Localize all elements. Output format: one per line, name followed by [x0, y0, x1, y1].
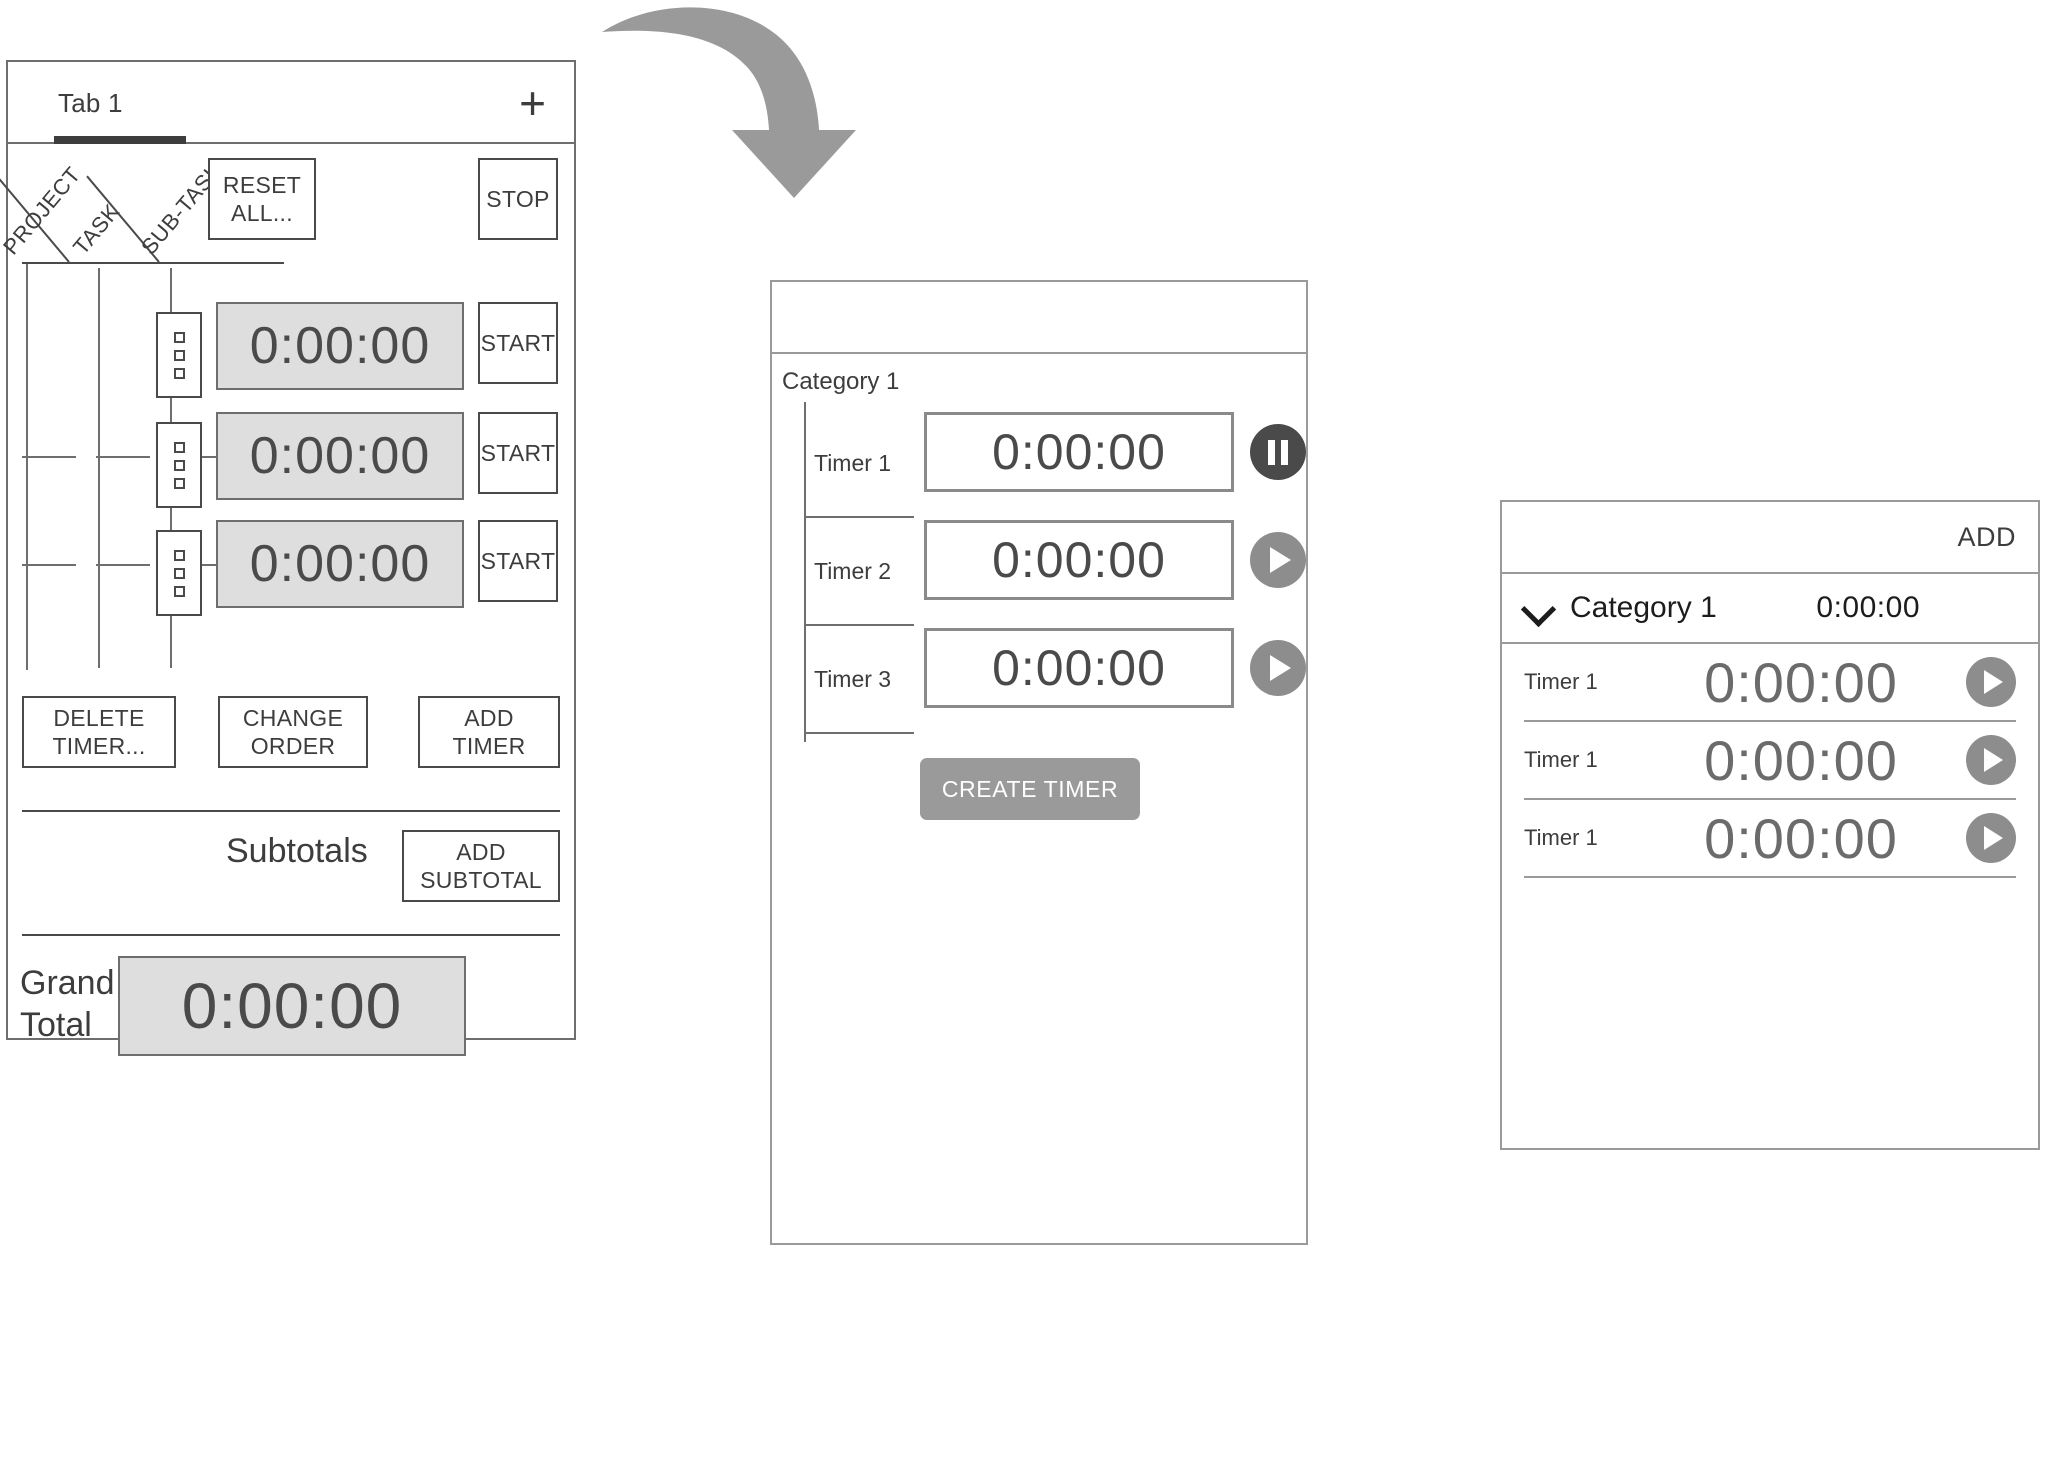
start-button[interactable]: START: [478, 412, 558, 494]
chevron-down-icon[interactable]: [1522, 591, 1556, 625]
play-icon: [1984, 670, 2003, 694]
grand-total-display: 0:00:00: [118, 956, 466, 1056]
column-header-task: TASK: [68, 198, 125, 260]
tree-branch-1: [804, 516, 914, 518]
drag-handle[interactable]: [156, 422, 202, 508]
timer-display: 0:00:00: [216, 302, 464, 390]
tab-1[interactable]: Tab 1: [58, 88, 123, 119]
add-button[interactable]: ADD: [1957, 522, 2016, 553]
row-separator-1a: [22, 456, 76, 458]
timer-display: 0:00:00: [924, 520, 1234, 600]
tree-branch-2: [804, 624, 914, 626]
grand-total-label-2: Total: [20, 1006, 92, 1044]
add-subtotal-label-2: SUBTOTAL: [420, 867, 542, 893]
delete-timer-button[interactable]: DELETE TIMER...: [22, 696, 176, 768]
stop-label: STOP: [486, 186, 550, 212]
reset-all-label-2: ALL...: [231, 200, 293, 226]
timer-display: 0:00:00: [924, 628, 1234, 708]
add-timer-button[interactable]: ADD TIMER: [418, 696, 560, 768]
category-label: Category 1: [782, 368, 900, 395]
pause-button[interactable]: [1250, 424, 1306, 480]
timer-row[interactable]: Timer 1 0:00:00: [1524, 800, 2016, 878]
play-button[interactable]: [1966, 735, 2016, 785]
pause-icon: [1268, 439, 1288, 465]
panel-category-timers: Category 1 Timer 1 0:00:00 Timer 2 0:00:…: [770, 280, 1308, 1245]
stop-button[interactable]: STOP: [478, 158, 558, 240]
play-button[interactable]: [1966, 813, 2016, 863]
grand-total-label: Grand Total: [20, 962, 115, 1046]
add-subtotal-label-1: ADD: [456, 839, 506, 865]
timer-row[interactable]: Timer 1 0:00:00: [1524, 644, 2016, 722]
panel-timesheet: Tab 1 + PROJECT TASK SUB-TASK RESET ALL.…: [0, 60, 576, 1056]
flow-arrow-1: [602, 7, 856, 198]
subtotals-label: Subtotals: [226, 832, 368, 870]
start-button[interactable]: START: [478, 520, 558, 602]
timer-display: 0:00:00: [924, 412, 1234, 492]
drag-handle[interactable]: [156, 530, 202, 616]
delete-timer-label-2: TIMER...: [52, 733, 146, 759]
timer-display: 0:00:00: [216, 520, 464, 608]
timer-label: Timer 1: [1524, 747, 1598, 772]
column-divider-1: [26, 264, 28, 670]
add-timer-label-2: TIMER: [452, 733, 526, 759]
category-total: 0:00:00: [1816, 591, 1920, 624]
delete-timer-label-1: DELETE: [53, 705, 145, 731]
start-button[interactable]: START: [478, 302, 558, 384]
drag-handle[interactable]: [156, 312, 202, 398]
timer-label: Timer 1: [1524, 669, 1598, 694]
panel2-body: Category 1 Timer 1 0:00:00 Timer 2 0:00:…: [772, 354, 1306, 1243]
timer-display: 0:00:00: [216, 412, 464, 500]
timer-label: Timer 3: [814, 666, 892, 692]
category-row[interactable]: Category 1 0:00:00: [1502, 574, 2038, 644]
timer-display: 0:00:00: [1704, 806, 1898, 870]
tree-trunk: [804, 402, 806, 742]
section-divider-2: [22, 934, 560, 936]
wireframe-canvas: Tab 1 + PROJECT TASK SUB-TASK RESET ALL.…: [0, 0, 2046, 1465]
reset-all-button[interactable]: RESET ALL... RESET ALL...: [208, 158, 316, 240]
timer-rows: Timer 1 0:00:00 Timer 1 0:00:00 Timer 1 …: [1502, 644, 2038, 878]
change-order-button[interactable]: CHANGE ORDER: [218, 696, 368, 768]
play-icon: [1270, 547, 1291, 573]
play-icon: [1270, 655, 1291, 681]
row-separator-2a: [22, 564, 76, 566]
tab-bar: Tab 1 +: [8, 62, 574, 144]
change-order-label-2: ORDER: [250, 733, 336, 759]
timer-label: Timer 2: [814, 558, 892, 584]
timer-label: Timer 1: [1524, 825, 1598, 850]
create-timer-button[interactable]: CREATE TIMER: [920, 758, 1140, 820]
reset-all-label-1: RESET: [222, 172, 302, 198]
play-button[interactable]: [1250, 532, 1306, 588]
timer-row[interactable]: Timer 1 0:00:00: [1524, 722, 2016, 800]
play-button[interactable]: [1250, 640, 1306, 696]
row-separator-1b: [96, 456, 150, 458]
tree-branch-3: [804, 732, 914, 734]
add-subtotal-button[interactable]: ADD SUBTOTAL: [402, 830, 560, 902]
section-divider-1: [22, 810, 560, 812]
play-icon: [1984, 826, 2003, 850]
play-icon: [1984, 748, 2003, 772]
timer-display: 0:00:00: [1704, 650, 1898, 714]
panel2-top-bar: [772, 282, 1306, 354]
timer-display: 0:00:00: [1704, 728, 1898, 792]
header-rule: [22, 262, 284, 264]
change-order-label-1: CHANGE: [242, 705, 344, 731]
category-name: Category 1: [1570, 591, 1717, 624]
add-tab-icon[interactable]: +: [519, 80, 546, 126]
panel3-top-bar: ADD: [1502, 502, 2038, 574]
play-button[interactable]: [1966, 657, 2016, 707]
column-divider-2: [98, 268, 100, 668]
grand-total-label-1: Grand: [20, 964, 115, 1002]
timer-label: Timer 1: [814, 450, 892, 476]
row-separator-2b: [96, 564, 150, 566]
tab-active-indicator: [54, 136, 186, 144]
add-timer-label-1: ADD: [464, 705, 514, 731]
panel-timer-list: ADD Category 1 0:00:00 Timer 1 0:00:00 T…: [1500, 500, 2040, 1150]
